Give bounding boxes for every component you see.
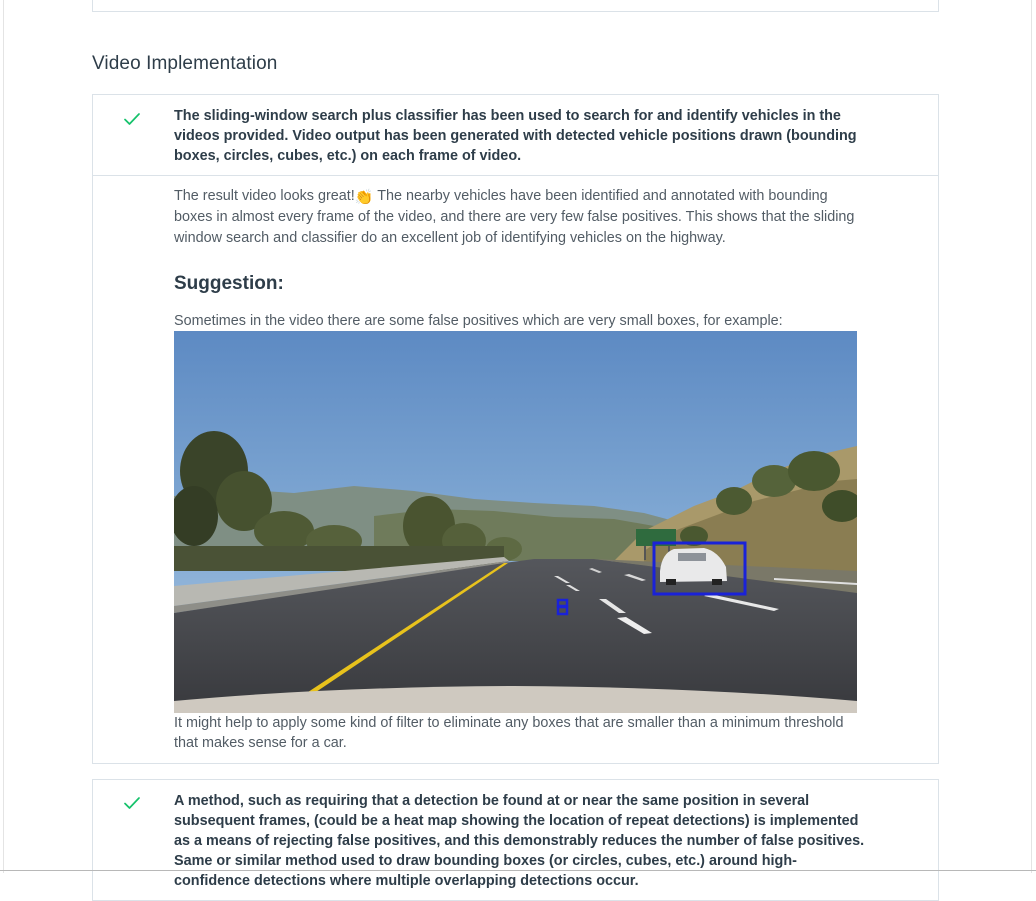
review-text-start: The result video looks great! (174, 188, 355, 204)
checkmark-icon (123, 110, 141, 128)
page-right-border (1031, 0, 1032, 873)
window-bottom-edge (0, 870, 1036, 871)
suggestion-text: Sometimes in the video there are some fa… (174, 313, 783, 329)
page-left-border (3, 0, 4, 873)
card-divider (93, 175, 938, 176)
highway-frame-image (174, 331, 857, 713)
followup-text: It might help to apply some kind of filt… (174, 715, 844, 751)
checkmark-icon (123, 794, 141, 812)
section-title: Video Implementation (92, 53, 278, 74)
rubric-item-card: A method, such as requiring that a detec… (92, 779, 939, 901)
review-paragraph: The result video looks great!👏 The nearb… (174, 186, 864, 249)
rubric-item-card: The sliding-window search plus classifie… (92, 94, 939, 764)
rubric-criteria: The sliding-window search plus classifie… (174, 108, 857, 164)
suggestion-heading: Suggestion: (174, 273, 284, 294)
previous-rubric-card (92, 0, 939, 12)
rubric-criteria: A method, such as requiring that a detec… (174, 793, 865, 889)
clapping-hands-icon: 👏 (354, 189, 374, 206)
